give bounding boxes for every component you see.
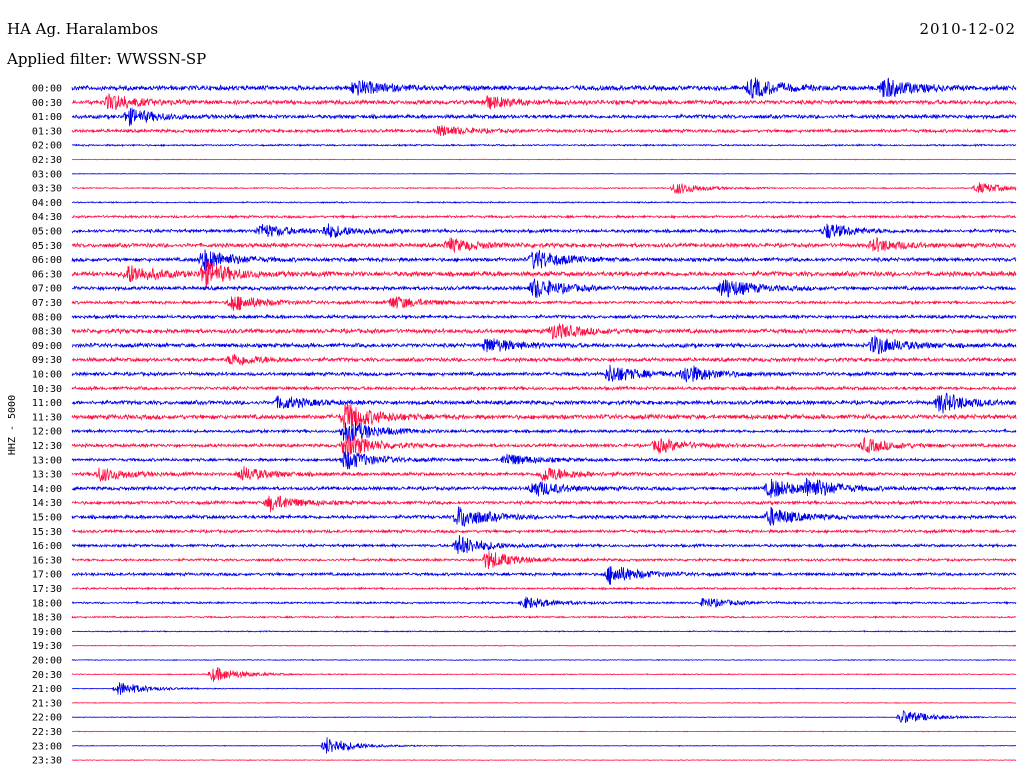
trace-line-0100 — [71, 107, 1017, 127]
trace-line-1200 — [71, 421, 1017, 444]
time-tick-label: 19:30 — [32, 641, 62, 652]
trace-line-0900 — [71, 335, 1017, 355]
trace-line-1730 — [71, 586, 1017, 591]
time-tick-label: 16:30 — [32, 555, 62, 566]
trace-line-1230 — [71, 435, 1017, 457]
trace-line-0430 — [71, 214, 1017, 220]
time-tick-label: 14:30 — [32, 498, 62, 509]
trace-line-0730 — [71, 295, 1017, 311]
time-tick-label: 02:30 — [32, 155, 62, 166]
channel-label: HHZ - 5000 — [7, 395, 18, 455]
time-tick-label: 21:30 — [32, 698, 62, 709]
trace-line-1330 — [71, 466, 1017, 482]
time-tick-label: 04:30 — [32, 212, 62, 223]
trace-line-0530 — [71, 236, 1017, 254]
time-tick-label: 07:30 — [32, 298, 62, 309]
trace-line-1630 — [71, 551, 1017, 570]
time-tick-label: 22:30 — [32, 727, 62, 738]
trace-line-0400 — [71, 200, 1017, 204]
time-tick-label: 00:00 — [32, 84, 62, 95]
trace-line-0800 — [71, 313, 1017, 320]
time-tick-label: 06:30 — [32, 269, 62, 280]
time-tick-label: 20:30 — [32, 670, 62, 681]
trace-line-1400 — [71, 477, 1017, 498]
trace-line-0030 — [71, 93, 1017, 111]
helicorder-chart: 00:00 00:30 01:00 01:30 02:00 02:30 03:00 03:30… — [7, 77, 1017, 767]
trace-line-0930 — [71, 353, 1016, 367]
trace-line-0500 — [71, 223, 1017, 239]
time-tick-label: 01:00 — [32, 112, 62, 123]
trace-line-1530 — [71, 528, 1017, 535]
trace-line-2030 — [71, 667, 1016, 683]
trace-line-0700 — [71, 278, 1017, 298]
time-tick-label: 15:00 — [32, 513, 62, 524]
time-tick-label: 02:00 — [32, 141, 62, 152]
time-tick-label: 17:30 — [32, 584, 62, 595]
trace-line-0300 — [71, 172, 1017, 175]
time-tick-label: 12:00 — [32, 427, 62, 438]
time-tick-label: 00:30 — [32, 98, 62, 109]
trace-line-2100 — [72, 682, 1017, 695]
time-tick-label: 11:30 — [32, 412, 62, 423]
trace-line-1600 — [71, 535, 1017, 555]
trace-line-1300 — [71, 451, 1017, 470]
time-tick-label: 09:30 — [32, 355, 62, 366]
time-tick-label: 05:30 — [32, 241, 62, 252]
time-tick-label: 21:00 — [32, 684, 62, 695]
trace-line-0830 — [71, 323, 1017, 340]
trace-line-2300 — [71, 737, 1017, 754]
time-tick-label: 14:00 — [32, 484, 62, 495]
time-tick-label: 10:00 — [32, 370, 62, 381]
time-tick-label: 07:00 — [32, 284, 62, 295]
trace-line-0200 — [71, 143, 1017, 148]
trace-line-1930 — [72, 644, 1017, 647]
time-tick-label: 08:30 — [32, 327, 62, 338]
trace-line-2200 — [71, 710, 1017, 724]
trace-line-1800 — [72, 596, 1017, 609]
time-tick-label: 10:30 — [32, 384, 62, 395]
time-tick-label: 19:00 — [32, 627, 62, 638]
trace-line-2130 — [72, 701, 1017, 704]
time-tick-label: 23:30 — [32, 756, 62, 767]
time-tick-label: 18:30 — [32, 613, 62, 624]
time-labels: 00:00 00:30 01:00 01:30 02:00 02:30 03:00 03:30… — [32, 84, 62, 767]
time-tick-label: 12:30 — [32, 441, 62, 452]
time-tick-label: 18:00 — [32, 598, 62, 609]
time-tick-label: 13:00 — [32, 455, 62, 466]
time-tick-label: 05:00 — [32, 227, 62, 238]
time-tick-label: 04:00 — [32, 198, 62, 209]
trace-line-1500 — [71, 506, 1017, 527]
trace-line-1130 — [71, 402, 1017, 429]
trace-line-1900 — [71, 629, 1017, 633]
time-tick-label: 15:30 — [32, 527, 62, 538]
trace-line-1700 — [71, 566, 1017, 585]
time-tick-label: 23:00 — [32, 741, 62, 752]
time-tick-label: 17:00 — [32, 570, 62, 581]
time-tick-label: 20:00 — [32, 656, 62, 667]
time-tick-label: 13:30 — [32, 470, 62, 481]
trace-line-1430 — [71, 495, 1017, 513]
time-tick-label: 16:00 — [32, 541, 62, 552]
trace-group — [71, 77, 1017, 762]
time-tick-label: 11:00 — [32, 398, 62, 409]
trace-line-0130 — [71, 125, 1017, 136]
time-tick-label: 03:00 — [32, 169, 62, 180]
trace-line-1000 — [71, 364, 1017, 383]
trace-line-0600 — [71, 249, 1017, 272]
time-tick-label: 09:00 — [32, 341, 62, 352]
trace-line-0330 — [72, 182, 1017, 195]
time-tick-label: 06:00 — [32, 255, 62, 266]
trace-line-2330 — [71, 759, 1016, 762]
trace-line-2000 — [71, 658, 1017, 662]
trace-line-0000 — [71, 77, 1017, 99]
trace-line-1030 — [71, 385, 1017, 392]
trace-line-2230 — [71, 730, 1017, 733]
trace-line-1100 — [71, 392, 1017, 414]
time-tick-label: 08:00 — [32, 312, 62, 323]
time-tick-label: 22:00 — [32, 713, 62, 724]
time-tick-label: 01:30 — [32, 126, 62, 137]
trace-line-0230 — [71, 158, 1016, 161]
time-tick-label: 03:30 — [32, 184, 62, 195]
trace-line-1830 — [71, 615, 1017, 620]
